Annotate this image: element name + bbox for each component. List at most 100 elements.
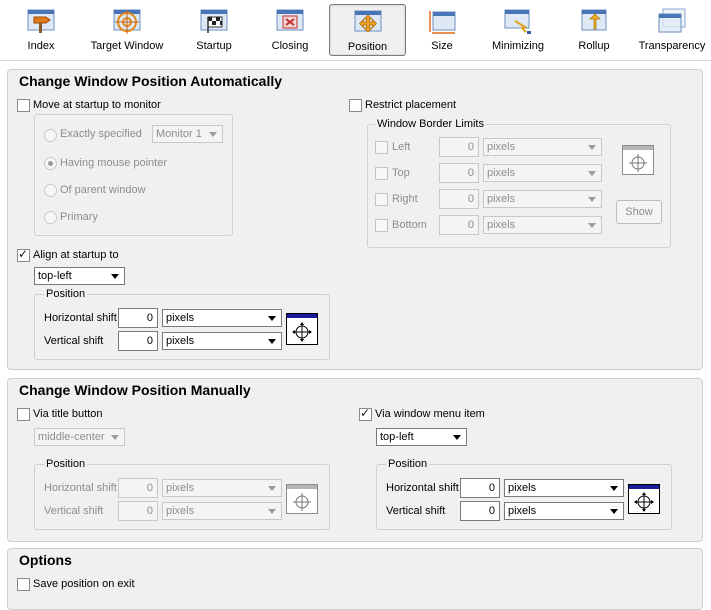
auto-hshift-input[interactable]: 0 — [118, 308, 158, 328]
title-button-select[interactable]: middle-center — [34, 428, 125, 446]
auto-vshift-unit-value: pixels — [166, 335, 195, 347]
limit-bottom-unit-select[interactable]: pixels — [483, 216, 602, 234]
tab-startup-label: Startup — [196, 40, 232, 52]
menu-item-checkbox[interactable]: ✓ — [359, 406, 372, 421]
auto-vshift-label: Vertical shift — [44, 335, 104, 347]
menu-hshift-input[interactable]: 0 — [460, 478, 500, 498]
check-icon: ✓ — [360, 406, 371, 420]
restrict-placement-checkbox[interactable] — [349, 99, 362, 112]
menu-vshift-unit-select[interactable]: pixels — [504, 502, 624, 520]
chevron-down-icon — [588, 145, 596, 150]
limit-left-input[interactable]: 0 — [439, 137, 479, 157]
radio-mouse-pointer[interactable] — [44, 157, 57, 170]
chevron-down-icon — [453, 435, 461, 440]
title-vshift-input[interactable]: 0 — [118, 501, 158, 521]
tab-startup[interactable]: Startup — [182, 4, 246, 54]
menu-vshift-label: Vertical shift — [386, 505, 446, 517]
limit-right-checkbox[interactable] — [375, 193, 388, 206]
title-hshift-label: Horizontal shift — [44, 482, 117, 494]
radio-exactly-label: Exactly specified — [60, 128, 142, 140]
chevron-down-icon — [588, 171, 596, 176]
title-vshift-unit-select[interactable]: pixels — [162, 502, 282, 520]
auto-section-title: Change Window Position Automatically — [19, 73, 283, 89]
radio-mouse-label: Having mouse pointer — [60, 157, 168, 169]
tab-size[interactable]: Size — [412, 4, 472, 54]
menu-hshift-unit-value: pixels — [508, 482, 537, 494]
tab-position[interactable]: Position — [329, 4, 406, 56]
close-window-icon — [276, 9, 304, 31]
menu-item-position-title: Position — [386, 458, 430, 470]
menu-item-select[interactable]: top-left — [376, 428, 467, 446]
radio-parent-window[interactable] — [44, 184, 57, 197]
limit-top-input[interactable]: 0 — [439, 163, 479, 183]
limit-bottom-input[interactable]: 0 — [439, 215, 479, 235]
menu-hshift-label: Horizontal shift — [386, 482, 459, 494]
limit-left-unit-select[interactable]: pixels — [483, 138, 602, 156]
chevron-down-icon — [268, 509, 276, 514]
limit-right-input[interactable]: 0 — [439, 189, 479, 209]
border-preview-icon — [622, 145, 654, 175]
menu-vshift-input[interactable]: 0 — [460, 501, 500, 521]
rollup-window-icon — [581, 9, 607, 31]
tab-index[interactable]: Index — [6, 4, 76, 54]
menu-vshift-unit-value: pixels — [508, 505, 537, 517]
toolbar: Index Target Window Startup Closing Posi… — [0, 0, 711, 61]
limit-bottom-unit-value: pixels — [487, 219, 516, 231]
align-position-title: Position — [44, 288, 88, 300]
auto-vshift-unit-select[interactable]: pixels — [162, 332, 282, 350]
title-hshift-unit-value: pixels — [166, 482, 195, 494]
limit-left-unit-value: pixels — [487, 141, 516, 153]
auto-vshift-input[interactable]: 0 — [118, 331, 158, 351]
tab-minimizing-label: Minimizing — [492, 40, 544, 52]
limit-bottom-checkbox[interactable] — [375, 219, 388, 232]
limit-top-unit-value: pixels — [487, 167, 516, 179]
monitor-select[interactable]: Monitor 1 — [152, 125, 223, 143]
title-hshift-unit-select[interactable]: pixels — [162, 479, 282, 497]
tab-transparency[interactable]: Transparency — [634, 4, 710, 54]
target-window-icon — [113, 9, 141, 34]
restrict-placement-label: Restrict placement — [365, 99, 457, 111]
limit-left-label: Left — [392, 141, 411, 153]
title-button-select-value: middle-center — [38, 431, 105, 443]
chevron-down-icon — [209, 132, 217, 137]
menu-item-label: Via window menu item — [375, 408, 485, 420]
title-button-preview-icon — [286, 484, 318, 514]
show-button[interactable]: Show — [616, 200, 662, 224]
tab-target-window[interactable]: Target Window — [86, 4, 168, 54]
limit-left-checkbox[interactable] — [375, 141, 388, 154]
transparency-window-icon — [658, 8, 686, 33]
tab-rollup[interactable]: Rollup — [564, 4, 624, 54]
options-section-title: Options — [19, 552, 72, 568]
chevron-down-icon — [588, 223, 596, 228]
title-hshift-input[interactable]: 0 — [118, 478, 158, 498]
align-select[interactable]: top-left — [34, 267, 125, 285]
title-button-checkbox[interactable] — [17, 408, 30, 421]
monitor-select-value: Monitor 1 — [156, 128, 202, 140]
limit-top-label: Top — [392, 167, 410, 179]
limit-top-checkbox[interactable] — [375, 167, 388, 180]
auto-hshift-unit-select[interactable]: pixels — [162, 309, 282, 327]
manual-section-title: Change Window Position Manually — [19, 382, 251, 398]
menu-hshift-unit-select[interactable]: pixels — [504, 479, 624, 497]
check-icon: ✓ — [18, 247, 29, 261]
align-startup-checkbox[interactable]: ✓ — [17, 247, 30, 262]
tab-minimizing[interactable]: Minimizing — [484, 4, 552, 54]
tab-index-label: Index — [27, 40, 55, 52]
radio-exactly-specified[interactable] — [44, 129, 57, 142]
auto-hshift-label: Horizontal shift — [44, 312, 117, 324]
title-button-label: Via title button — [33, 408, 103, 420]
align-select-value: top-left — [38, 270, 72, 282]
limit-bottom-label: Bottom — [392, 219, 427, 231]
menu-item-preview-icon — [628, 484, 660, 514]
align-startup-label: Align at startup to — [33, 249, 119, 261]
save-position-checkbox[interactable] — [17, 578, 30, 591]
checkered-flag-icon — [200, 9, 228, 33]
radio-primary[interactable] — [44, 211, 57, 224]
tab-closing-label: Closing — [271, 40, 309, 52]
chevron-down-icon — [268, 316, 276, 321]
chevron-down-icon — [268, 486, 276, 491]
limit-right-unit-select[interactable]: pixels — [483, 190, 602, 208]
tab-closing[interactable]: Closing — [258, 4, 322, 54]
move-monitor-checkbox[interactable] — [17, 99, 30, 112]
limit-top-unit-select[interactable]: pixels — [483, 164, 602, 182]
